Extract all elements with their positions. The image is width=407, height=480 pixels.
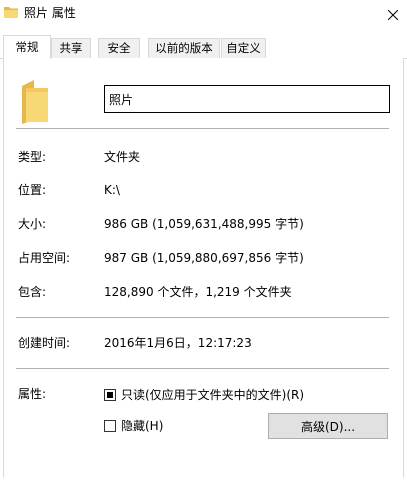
tab-general[interactable]: 常规 xyxy=(3,35,51,59)
size-label: 大小: xyxy=(18,217,47,231)
folder-name-input[interactable] xyxy=(104,85,390,113)
tab-customize[interactable]: 自定义 xyxy=(221,38,266,58)
tab-sharing[interactable]: 共享 xyxy=(51,38,91,58)
close-button[interactable] xyxy=(378,0,407,30)
title-bar: 照片 属性 xyxy=(0,0,407,30)
size-on-disk-label: 占用空间: xyxy=(18,251,71,265)
tab-previous-versions[interactable]: 以前的版本 xyxy=(148,38,220,58)
separator xyxy=(16,368,389,369)
location-label: 位置: xyxy=(18,183,47,197)
location-value: K:\ xyxy=(104,183,120,197)
created-label: 创建时间: xyxy=(18,336,71,350)
tab-security[interactable]: 安全 xyxy=(98,38,140,58)
folder-icon xyxy=(22,80,48,124)
separator xyxy=(16,128,389,129)
contains-label: 包含: xyxy=(18,285,47,299)
hidden-checkbox[interactable] xyxy=(104,420,116,432)
contains-value: 128,890 个文件，1,219 个文件夹 xyxy=(104,285,292,299)
size-on-disk-value: 987 GB (1,059,880,697,856 字节) xyxy=(104,251,304,265)
advanced-button[interactable]: 高级(D)... xyxy=(268,413,388,439)
readonly-checkbox[interactable] xyxy=(104,389,116,401)
readonly-label[interactable]: 只读(仅应用于文件夹中的文件)(R) xyxy=(121,388,304,402)
hidden-label[interactable]: 隐藏(H) xyxy=(121,419,163,433)
close-icon xyxy=(387,10,398,20)
attributes-label: 属性: xyxy=(18,387,47,401)
type-label: 类型: xyxy=(18,150,47,164)
separator xyxy=(16,317,389,318)
window-title: 照片 属性 xyxy=(24,6,76,20)
created-value: 2016年1月6日，12:17:23 xyxy=(104,336,252,350)
size-value: 986 GB (1,059,631,488,995 字节) xyxy=(104,217,304,231)
type-value: 文件夹 xyxy=(104,150,141,164)
folder-icon xyxy=(4,7,18,18)
